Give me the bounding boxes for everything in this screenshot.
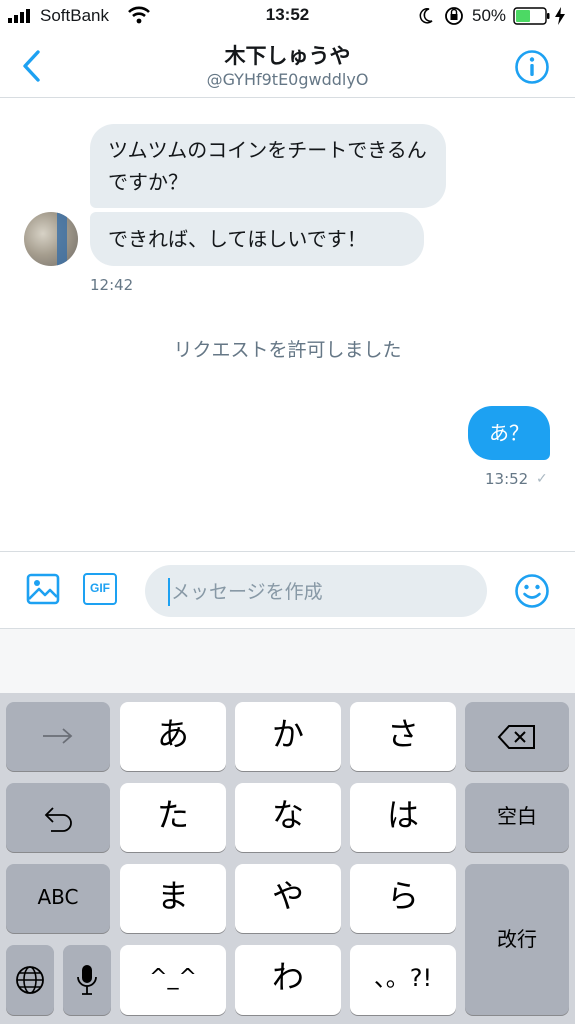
orientation-lock-icon (445, 7, 463, 25)
battery-percentage: 50% (472, 6, 507, 25)
key-na[interactable]: な (235, 783, 341, 852)
message-composer: GIF メッセージを作成 (0, 551, 575, 629)
microphone-icon (77, 965, 97, 995)
abc-mode-key[interactable]: ABC (6, 864, 110, 933)
undo-icon (44, 807, 72, 832)
conversation-header: 木下しゅうや @GYHf9tE0gwddlyO (0, 32, 575, 98)
sent-check-icon: ✓ (536, 471, 548, 487)
globe-icon (16, 966, 44, 994)
globe-key[interactable] (6, 945, 54, 1015)
do-not-disturb-icon (419, 8, 433, 24)
dictation-key[interactable] (63, 945, 111, 1015)
next-candidate-arrow-key[interactable] (6, 702, 110, 771)
contact-name: 木下しゅうや (224, 44, 351, 68)
charging-icon (555, 7, 565, 25)
message-input[interactable]: メッセージを作成 (145, 565, 487, 617)
incoming-message-bubble[interactable]: できれば、してほしいです！ (90, 212, 424, 266)
key-punctuation[interactable]: 、。?! (350, 945, 456, 1015)
image-icon[interactable] (26, 572, 60, 606)
key-ya[interactable]: や (235, 864, 341, 933)
text-cursor (168, 578, 170, 606)
key-sa[interactable]: さ (350, 702, 456, 771)
key-ra[interactable]: ら (350, 864, 456, 933)
incoming-message-bubble[interactable]: ツムツムのコインをチートできるんですか？ (90, 124, 446, 208)
key-wa[interactable]: わ (235, 945, 341, 1015)
battery-icon (513, 7, 550, 25)
key-a[interactable]: あ (120, 702, 226, 771)
japanese-kana-keyboard: あ か さ た な は 空白 ABC ま や ら 改行 ^_^ わ 、。?! (0, 693, 575, 1024)
undo-key[interactable] (6, 783, 110, 852)
contact-handle: @GYHf9tE0gwddlyO (206, 70, 369, 89)
incoming-timestamp: 12:42 (90, 276, 134, 294)
key-kaomoji[interactable]: ^_^ (120, 945, 226, 1015)
key-ma[interactable]: ま (120, 864, 226, 933)
info-icon[interactable] (514, 49, 550, 85)
space-key[interactable]: 空白 (465, 783, 569, 852)
dm-conversation-screen: SoftBank 13:52 50% 木下しゅうや @GYHf9tE0gwddl… (0, 0, 575, 1024)
key-ta[interactable]: た (120, 783, 226, 852)
keyboard-suggestion-bar (0, 629, 575, 693)
gif-button[interactable]: GIF (83, 573, 117, 605)
outgoing-message-bubble[interactable]: あ？ (468, 406, 550, 460)
contact-avatar[interactable] (24, 212, 78, 266)
emoji-icon[interactable] (514, 573, 550, 609)
outgoing-timestamp: 13:52 (485, 470, 529, 488)
delete-key[interactable] (465, 702, 569, 771)
backspace-icon (497, 725, 535, 749)
status-bar: SoftBank 13:52 50% (0, 0, 575, 32)
key-ka[interactable]: か (235, 702, 341, 771)
request-accepted-notice: リクエストを許可しました (173, 339, 402, 361)
key-ha[interactable]: は (350, 783, 456, 852)
right-arrow-icon (43, 728, 73, 744)
return-key[interactable]: 改行 (465, 864, 569, 1015)
